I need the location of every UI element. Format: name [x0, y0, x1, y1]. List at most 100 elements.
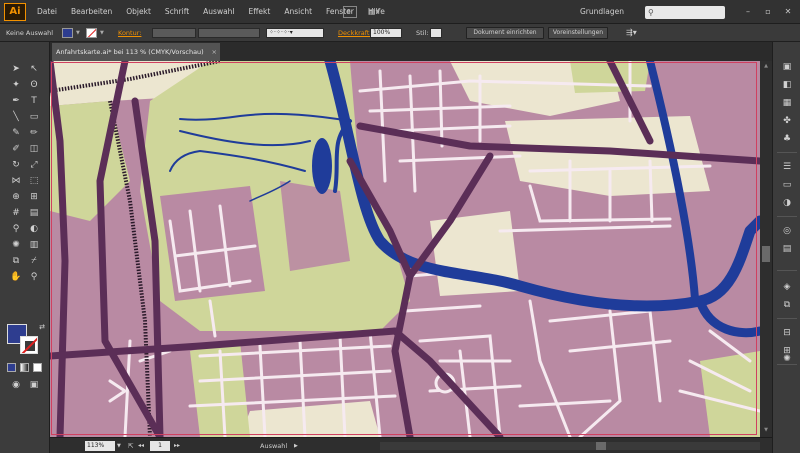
chevron-down-icon[interactable]: ▼	[100, 24, 104, 42]
stroke-panel-icon[interactable]: ☰	[779, 160, 795, 174]
workspace-switcher[interactable]: Grundlagen	[580, 0, 624, 24]
none-mode-icon[interactable]	[33, 363, 42, 372]
graph-tool-icon[interactable]: ▥	[26, 238, 42, 252]
brush-definition[interactable]: ⁘·⁘·⁘·▾	[266, 28, 324, 38]
menu-datei[interactable]: Datei	[30, 0, 64, 24]
horizontal-scrollbar[interactable]	[380, 442, 760, 450]
next-artboard-icon[interactable]: ▸▸	[174, 438, 180, 453]
artboard-tool-icon[interactable]: ⧉	[8, 254, 24, 268]
line-tool-icon[interactable]: ╲	[8, 110, 24, 124]
free-transform-icon[interactable]: ⬚	[26, 174, 42, 188]
chevron-down-icon[interactable]: ▼	[76, 24, 80, 42]
gradient-panel-icon[interactable]: ▭	[779, 178, 795, 192]
pen-tool-icon[interactable]: ✒	[8, 94, 24, 108]
document-tab[interactable]: Anfahrtskarte.ai* bei 113 % (CMYK/Vorsch…	[52, 43, 220, 61]
appearance-icon[interactable]: ◎	[779, 224, 795, 238]
fill-swatch[interactable]	[62, 28, 73, 38]
screen-mode-icon[interactable]: ▣	[26, 378, 42, 392]
selection-tool-icon[interactable]: ➤	[8, 62, 24, 76]
artboard-canvas[interactable]	[50, 61, 760, 437]
close-tab-icon[interactable]: ×	[212, 43, 217, 61]
maximize-icon[interactable]: ▫	[758, 0, 778, 24]
scroll-up-icon[interactable]: ▲	[760, 63, 772, 69]
menu-objekt[interactable]: Objekt	[119, 0, 158, 24]
artboards-icon[interactable]: ⧉	[779, 298, 795, 312]
document-setup-button[interactable]: Dokument einrichten	[466, 27, 544, 39]
opacity-field[interactable]: 100%	[370, 28, 402, 38]
menu-bearbeiten[interactable]: Bearbeiten	[64, 0, 119, 24]
draw-mode-icon[interactable]: ◉	[8, 378, 24, 392]
arrange-icon[interactable]: ⇶▾	[626, 24, 637, 42]
menu-ansicht[interactable]: Ansicht	[277, 0, 319, 24]
zoom-tool-icon[interactable]: ⚲	[26, 270, 42, 284]
gradient-tool-icon[interactable]: ▤	[26, 206, 42, 220]
color-panel-icon[interactable]: ▣	[779, 60, 795, 74]
navigator-icon[interactable]: ✺	[779, 352, 795, 366]
symbols-icon[interactable]: ♣	[779, 132, 795, 146]
swap-colors-icon[interactable]: ⇄	[34, 320, 50, 334]
deckkraft-label[interactable]: Deckkraft:	[338, 24, 372, 42]
menu-schrift[interactable]: Schrift	[158, 0, 196, 24]
vertical-scrollbar[interactable]: ▲ ▼	[760, 61, 772, 437]
symbol-sprayer-icon[interactable]: ✺	[8, 238, 24, 252]
menu-auswahl[interactable]: Auswahl	[196, 0, 241, 24]
scroll-down-icon[interactable]: ▼	[760, 427, 772, 433]
shape-builder-icon[interactable]: ⊕	[8, 190, 24, 204]
zoom-level-field[interactable]: 113%	[85, 441, 115, 451]
scale-tool-icon[interactable]: ⤢	[26, 158, 42, 172]
chevron-down-icon[interactable]: ▼	[117, 438, 121, 453]
eyedropper-icon[interactable]: ⚲	[8, 222, 24, 236]
artboard-nav-icon[interactable]: ⇱	[128, 438, 133, 453]
kontur-label[interactable]: Kontur:	[118, 24, 141, 42]
graphic-style-swatch[interactable]	[430, 28, 442, 38]
align-icon[interactable]: ⊟	[779, 326, 795, 340]
gradient-mode-icon[interactable]	[20, 363, 29, 372]
vertical-scroll-thumb[interactable]	[762, 246, 770, 262]
direct-selection-tool-icon[interactable]: ↖	[26, 62, 42, 76]
menu-bar: Ai Datei Bearbeiten Objekt Schrift Auswa…	[0, 0, 800, 24]
perspective-grid-icon[interactable]: ⊞	[26, 190, 42, 204]
artboard-number-field[interactable]: 1	[150, 441, 170, 451]
blend-tool-icon[interactable]: ◐	[26, 222, 42, 236]
swatches-icon[interactable]: ▦	[779, 96, 795, 110]
stroke-color-box[interactable]	[20, 336, 38, 354]
menu-effekt[interactable]: Effekt	[242, 0, 278, 24]
hand-tool-icon[interactable]: ✋	[8, 270, 24, 284]
panel-dock: ▣ ◧ ▦ ✤ ♣ ☰ ▭ ◑ ◎ ▤ ◈ ⧉ ⊟ ⊞ ✺	[772, 42, 800, 453]
mesh-tool-icon[interactable]: #	[8, 206, 24, 220]
minimize-icon[interactable]: –	[738, 0, 758, 24]
rotate-tool-icon[interactable]: ↻	[8, 158, 24, 172]
layers-icon[interactable]: ◈	[779, 280, 795, 294]
color-mode-icon[interactable]	[7, 363, 16, 372]
transparency-icon[interactable]: ◑	[779, 196, 795, 210]
horizontal-scroll-thumb[interactable]	[596, 442, 606, 450]
preferences-button[interactable]: Voreinstellungen	[548, 27, 608, 39]
chevron-right-icon[interactable]: ▶	[294, 438, 298, 453]
magic-wand-icon[interactable]: ✦	[8, 78, 24, 92]
eraser-icon[interactable]: ◫	[26, 142, 42, 156]
color-guide-icon[interactable]: ◧	[779, 78, 795, 92]
tools-panel: ➤ ↖ ✦ ʘ ✒ T ╲ ▭ ✎ ✏ ✐ ◫ ↻ ⤢ ⋈ ⬚ ⊕ ⊞ # ▤ …	[0, 42, 50, 453]
width-tool-icon[interactable]: ⋈	[8, 174, 24, 188]
paintbrush-icon[interactable]: ✎	[8, 126, 24, 140]
brushes-icon[interactable]: ✤	[779, 114, 795, 128]
slice-tool-icon[interactable]: ⌿	[26, 254, 42, 268]
graphic-styles-icon[interactable]: ▤	[779, 242, 795, 256]
control-bar: Keine Auswahl ▼ ▼ Kontur: ⁘·⁘·⁘·▾ Deckkr…	[0, 24, 800, 42]
document-tab-title: Anfahrtskarte.ai* bei 113 % (CMYK/Vorsch…	[56, 48, 204, 56]
blob-brush-icon[interactable]: ✐	[8, 142, 24, 156]
pencil-icon[interactable]: ✏	[26, 126, 42, 140]
close-icon[interactable]: ✕	[778, 0, 798, 24]
search-input[interactable]: ⚲	[645, 6, 725, 19]
stroke-weight-field[interactable]	[152, 28, 196, 38]
arrange-documents-icon[interactable]: ▦▾	[368, 6, 390, 18]
status-bar: 113% ▼ ⇱ ◂◂ 1 ▸▸ Auswahl ▶	[50, 437, 772, 453]
lasso-icon[interactable]: ʘ	[26, 78, 42, 92]
bridge-button[interactable]: Br	[343, 6, 357, 18]
tool-status-text: Auswahl	[260, 442, 288, 450]
previous-artboard-icon[interactable]: ◂◂	[138, 438, 144, 453]
type-tool-icon[interactable]: T	[26, 94, 42, 108]
stroke-swatch[interactable]	[86, 28, 97, 38]
rectangle-tool-icon[interactable]: ▭	[26, 110, 42, 124]
variable-width-profile[interactable]	[198, 28, 260, 38]
